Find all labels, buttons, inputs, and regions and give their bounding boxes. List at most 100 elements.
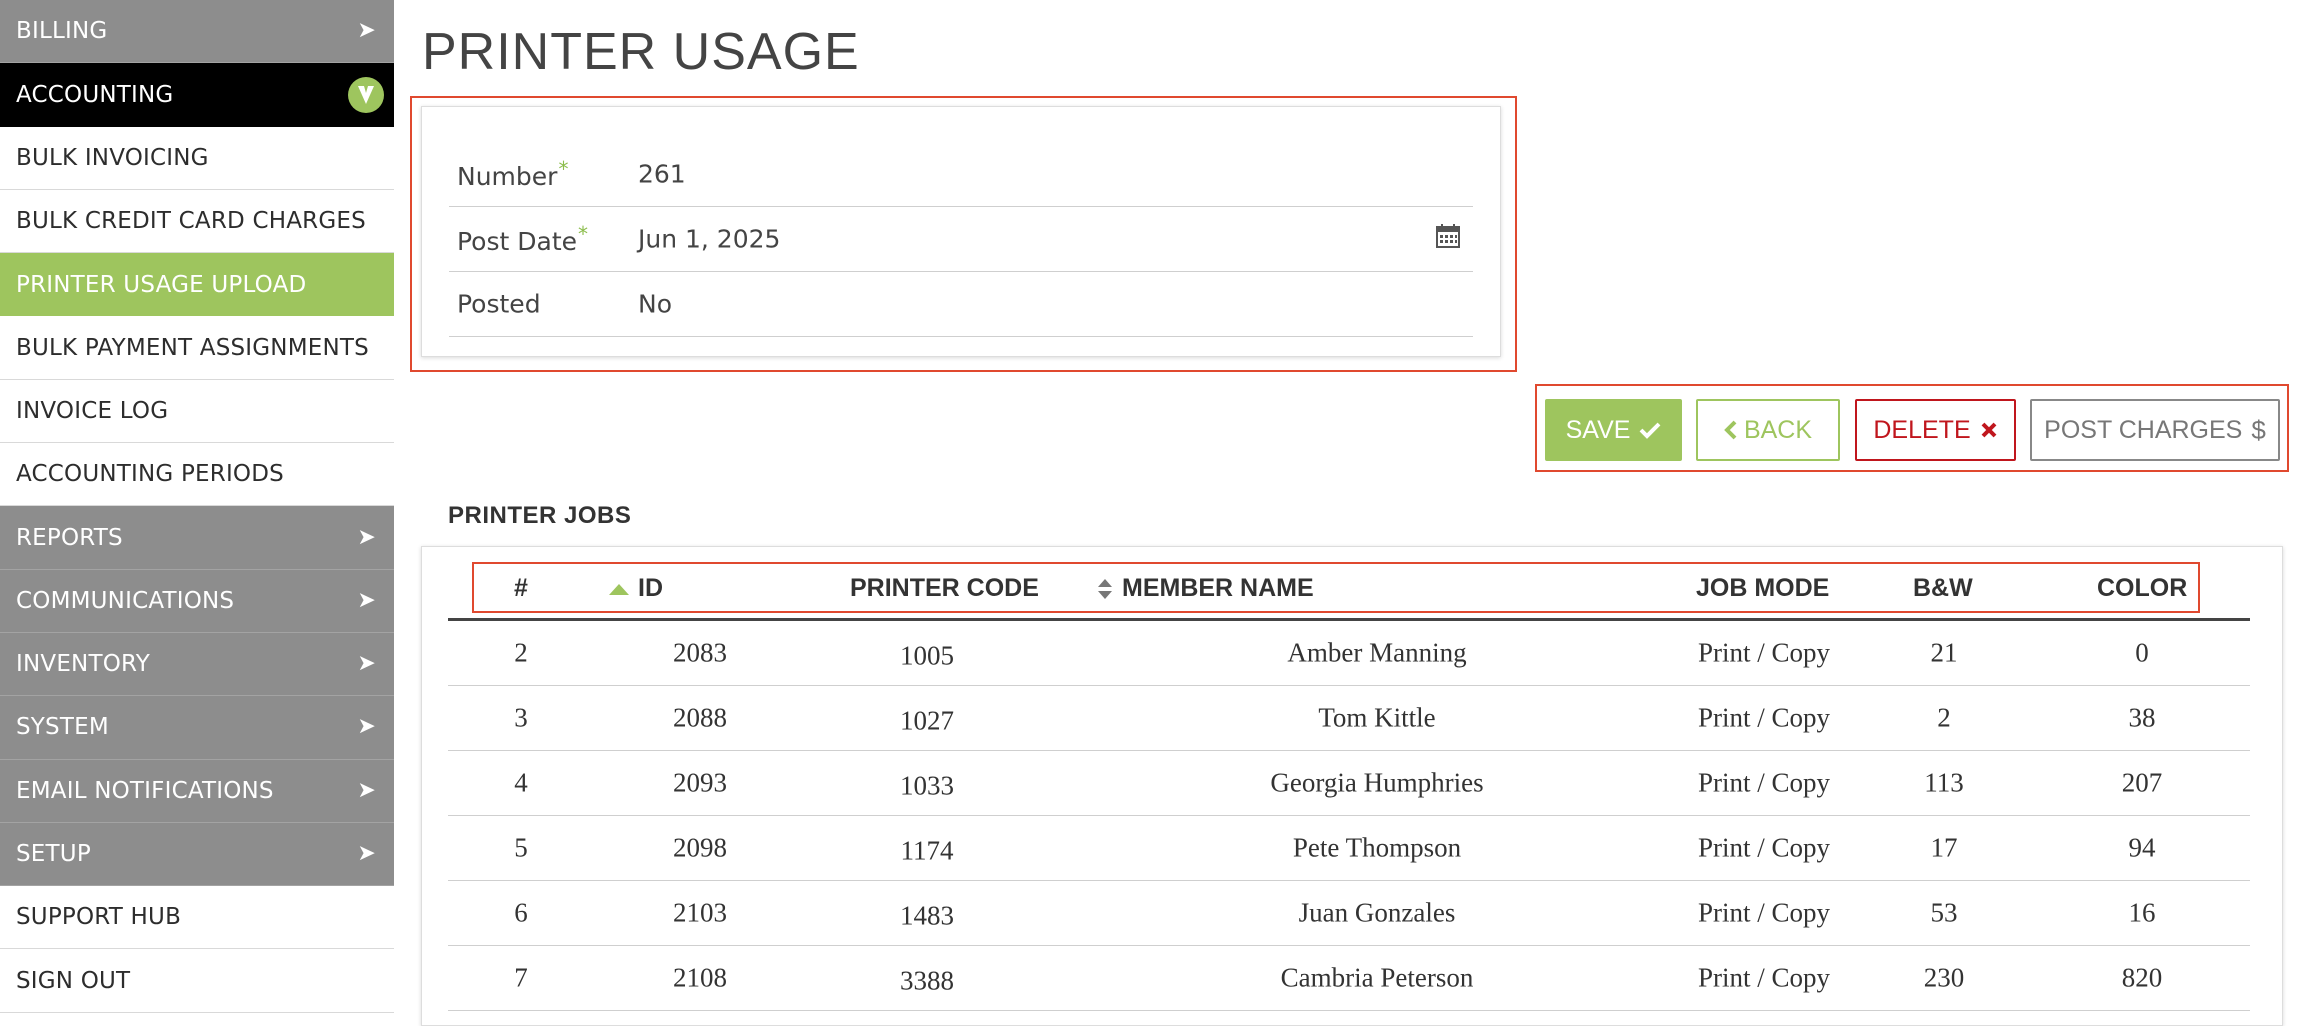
cell-num: 7 [514, 962, 528, 993]
arrow-right-icon: ➤ [357, 841, 376, 866]
page-title: PRINTER USAGE [422, 23, 860, 81]
posted-label: Posted [457, 289, 541, 319]
arrow-right-icon: ➤ [357, 18, 376, 44]
cell-job-mode: Print / Copy [1697, 897, 1831, 928]
arrow-right-icon: ➤ [357, 714, 376, 740]
sidebar-item-label: BULK INVOICING [16, 144, 209, 171]
cell-color: 820 [2121, 962, 2163, 993]
column-header-member-name-label: MEMBER NAME [1122, 574, 1314, 602]
cell-num: 6 [514, 897, 528, 928]
cell-printer-code: 3388 [900, 965, 954, 996]
post-charges-label: POST CHARGES [2044, 415, 2243, 444]
sidebar-item-label: BULK CREDIT CARD CHARGES [16, 208, 366, 235]
save-label: SAVE [1565, 415, 1631, 444]
sidebar-item-bulk-payment-assignments[interactable]: BULK PAYMENT ASSIGNMENTS [0, 316, 394, 380]
column-header-num[interactable]: # [514, 574, 528, 603]
sidebar-item-label: REPORTS [16, 524, 123, 551]
sidebar-item-label: ACCOUNTING PERIODS [16, 461, 284, 488]
cell-printer-code: 1005 [900, 640, 954, 671]
number-value[interactable]: 261 [638, 160, 686, 189]
save-button[interactable]: SAVE [1545, 399, 1682, 461]
sidebar-item-support-hub[interactable]: SUPPORT HUB [0, 886, 394, 950]
printer-usage-form: Number* 261 Post Date* Jun 1, 2025 Poste… [421, 106, 1501, 357]
cell-color: 207 [2121, 767, 2163, 798]
printer-jobs-title: PRINTER JOBS [448, 502, 632, 529]
cell-printer-code: 1027 [900, 705, 954, 736]
post-charges-button[interactable]: POST CHARGES $ [2030, 399, 2280, 461]
cell-job-mode: Print / Copy [1697, 637, 1831, 668]
post-date-label: Post Date* [457, 222, 588, 256]
sidebar-item-billing[interactable]: BILLING ➤ [0, 0, 394, 64]
cell-bw: 53 [1930, 897, 1958, 928]
cell-bw: 21 [1930, 637, 1958, 668]
delete-button[interactable]: DELETE [1855, 399, 2016, 461]
cell-id: 2108 [673, 962, 727, 993]
calendar-icon[interactable] [1435, 223, 1461, 255]
number-label-text: Number [457, 162, 558, 192]
arrow-right-icon: ➤ [357, 587, 376, 613]
arrow-right-icon: ➤ [357, 524, 376, 550]
post-date-field[interactable]: Post Date* Jun 1, 2025 [449, 207, 1473, 272]
table-row[interactable]: 7 2108 3388 Cambria Peterson Print / Cop… [448, 946, 2250, 1011]
sidebar-item-label: INVENTORY [16, 651, 150, 678]
cell-color: 38 [2128, 702, 2156, 733]
cell-num: 4 [514, 767, 528, 798]
column-header-job-mode[interactable]: JOB MODE [1696, 574, 1829, 603]
sidebar-item-label: SUPPORT HUB [16, 904, 182, 931]
cell-printer-code: 1483 [900, 900, 954, 931]
cell-printer-code: 1174 [900, 835, 954, 866]
sidebar-item-inventory[interactable]: INVENTORY ➤ [0, 632, 394, 697]
cell-id: 2103 [673, 897, 727, 928]
cell-num: 3 [514, 702, 528, 733]
cell-bw: 17 [1930, 832, 1958, 863]
back-button[interactable]: BACK [1696, 399, 1840, 461]
column-header-id-label: ID [638, 574, 663, 602]
cell-id: 2098 [673, 832, 727, 863]
sidebar-item-setup[interactable]: SETUP ➤ [0, 822, 394, 887]
table-row[interactable]: 6 2103 1483 Juan Gonzales Print / Copy 5… [448, 881, 2250, 946]
required-mark: * [578, 221, 589, 246]
checkmark-icon [1639, 421, 1661, 439]
sidebar-item-printer-usage-upload[interactable]: PRINTER USAGE UPLOAD [0, 253, 394, 317]
sidebar-item-bulk-invoicing[interactable]: BULK INVOICING [0, 126, 394, 190]
cell-member-name: Juan Gonzales [1298, 897, 1456, 928]
cell-bw: 113 [1924, 767, 1964, 798]
dollar-icon: $ [2251, 414, 2266, 445]
cell-job-mode: Print / Copy [1697, 702, 1831, 733]
sidebar-item-sign-out[interactable]: SIGN OUT [0, 949, 394, 1013]
sidebar-item-accounting[interactable]: ACCOUNTING [0, 63, 394, 127]
sidebar-item-invoice-log[interactable]: INVOICE LOG [0, 379, 394, 444]
cell-job-mode: Print / Copy [1697, 767, 1831, 798]
sidebar-item-label: SIGN OUT [16, 967, 131, 994]
table-row[interactable]: 5 2098 1174 Pete Thompson Print / Copy 1… [448, 816, 2250, 881]
column-header-bw[interactable]: B&W [1913, 574, 1973, 603]
table-row[interactable]: 2 2083 1005 Amber Manning Print / Copy 2… [448, 621, 2250, 686]
cell-color: 16 [2128, 897, 2156, 928]
table-row[interactable]: 4 2093 1033 Georgia Humphries Print / Co… [448, 751, 2250, 816]
cell-member-name: Cambria Peterson [1280, 962, 1474, 993]
column-header-id[interactable]: ID [608, 574, 663, 603]
sidebar-item-bulk-credit-card-charges[interactable]: BULK CREDIT CARD CHARGES [0, 189, 394, 254]
cell-id: 2088 [673, 702, 727, 733]
sidebar-item-label: INVOICE LOG [16, 397, 169, 424]
close-icon [1980, 421, 1998, 439]
cell-member-name: Georgia Humphries [1270, 767, 1484, 798]
cell-num: 5 [514, 832, 528, 863]
sidebar-item-system[interactable]: SYSTEM ➤ [0, 696, 394, 760]
column-header-member-name[interactable]: MEMBER NAME [1096, 574, 1314, 603]
post-date-value[interactable]: Jun 1, 2025 [638, 225, 780, 254]
sidebar-item-label: EMAIL NOTIFICATIONS [16, 777, 274, 804]
sidebar-item-communications[interactable]: COMMUNICATIONS ➤ [0, 569, 394, 633]
sidebar-item-accounting-periods[interactable]: ACCOUNTING PERIODS [0, 443, 394, 507]
table-row[interactable]: 3 2088 1027 Tom Kittle Print / Copy 2 38 [448, 686, 2250, 751]
number-field[interactable]: Number* 261 [449, 142, 1473, 207]
post-date-label-text: Post Date [457, 227, 578, 257]
column-header-printer-code[interactable]: PRINTER CODE [850, 574, 1039, 603]
sidebar-item-reports[interactable]: REPORTS ➤ [0, 506, 394, 570]
sidebar-item-email-notifications[interactable]: EMAIL NOTIFICATIONS ➤ [0, 759, 394, 823]
sidebar-item-label: PRINTER USAGE UPLOAD [16, 271, 307, 298]
column-header-color[interactable]: COLOR [2097, 574, 2187, 603]
posted-field: Posted No [449, 272, 1473, 337]
arrow-right-icon: ➤ [357, 777, 376, 803]
cell-job-mode: Print / Copy [1697, 832, 1831, 863]
